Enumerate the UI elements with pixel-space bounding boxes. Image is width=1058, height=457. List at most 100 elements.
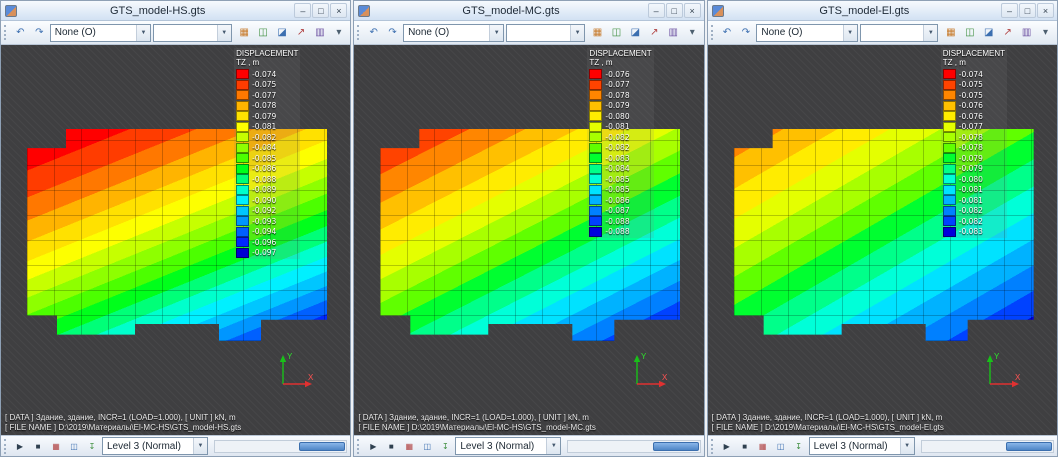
legend-color-swatch bbox=[236, 248, 249, 258]
axis-triad: Y X bbox=[626, 349, 672, 395]
minimize-button[interactable]: – bbox=[294, 3, 311, 18]
chevron-down-icon[interactable]: ▼ bbox=[217, 25, 231, 41]
contour-icon[interactable]: ▦ bbox=[589, 24, 606, 42]
vector-icon[interactable]: ↗ bbox=[999, 24, 1016, 42]
scrollbar-thumb[interactable] bbox=[299, 442, 345, 451]
chevron-down-icon[interactable]: ▼ bbox=[900, 438, 914, 454]
play-button[interactable]: ▶ bbox=[719, 438, 735, 454]
model-viewport[interactable]: DISPLACEMENT TZ , m -0.074-0.075-0.075-0… bbox=[708, 45, 1057, 435]
view-next-icon[interactable]: ↷ bbox=[31, 24, 48, 42]
legend-icon[interactable]: ▥ bbox=[1018, 24, 1035, 42]
toolbar-grip[interactable] bbox=[711, 439, 715, 454]
legend-entry: -0.085 bbox=[589, 185, 651, 196]
legend-value: -0.079 bbox=[602, 101, 629, 110]
iso-surface-icon[interactable]: ◫ bbox=[608, 24, 625, 42]
horizontal-scrollbar[interactable] bbox=[214, 440, 347, 453]
iso-surface-icon[interactable]: ◫ bbox=[255, 24, 272, 42]
level-dropdown[interactable]: Level 3 (Normal) ▼ bbox=[455, 437, 561, 455]
named-selection-dropdown[interactable]: ▼ bbox=[860, 24, 939, 42]
legend-icon[interactable]: ▥ bbox=[665, 24, 682, 42]
chevron-down-icon[interactable]: ▼ bbox=[546, 438, 560, 454]
contour-icon[interactable]: ▦ bbox=[236, 24, 253, 42]
named-selection-dropdown[interactable]: ▼ bbox=[506, 24, 585, 42]
close-button[interactable]: × bbox=[330, 3, 347, 18]
close-button[interactable]: × bbox=[684, 3, 701, 18]
iso-surface-icon[interactable]: ◫ bbox=[961, 24, 978, 42]
legend-entry: -0.088 bbox=[589, 216, 651, 227]
legend-value: -0.079 bbox=[956, 164, 983, 173]
chevron-down-icon[interactable]: ▼ bbox=[489, 25, 503, 41]
view-prev-icon[interactable]: ↶ bbox=[12, 24, 29, 42]
cutting-plane-icon[interactable]: ◪ bbox=[627, 24, 644, 42]
scrollbar-thumb[interactable] bbox=[1006, 442, 1052, 451]
view-prev-icon[interactable]: ↶ bbox=[365, 24, 382, 42]
contour-icon[interactable]: ▦ bbox=[942, 24, 959, 42]
selection-filter-dropdown[interactable]: None (O) ▼ bbox=[756, 24, 857, 42]
titlebar[interactable]: GTS_model-MC.gts – □ × bbox=[354, 1, 703, 21]
stop-button[interactable]: ■ bbox=[30, 438, 46, 454]
close-button[interactable]: × bbox=[1037, 3, 1054, 18]
record-table-icon[interactable]: ▦ bbox=[401, 438, 417, 454]
animation-toolbar: ▶ ■ ▦ ◫ ↧ Level 3 (Normal) ▼ bbox=[1, 435, 350, 456]
selection-filter-dropdown[interactable]: None (O) ▼ bbox=[50, 24, 151, 42]
legend-entry: -0.077 bbox=[943, 122, 1005, 133]
legend-entry: -0.076 bbox=[589, 69, 651, 80]
legend-component: TZ , m bbox=[236, 58, 298, 67]
export-icon[interactable]: ↧ bbox=[791, 438, 807, 454]
display-options-icon[interactable]: ▾ bbox=[684, 24, 701, 42]
view-prev-icon[interactable]: ↶ bbox=[719, 24, 736, 42]
chevron-down-icon[interactable]: ▼ bbox=[923, 25, 937, 41]
document-icon bbox=[712, 5, 724, 17]
view-next-icon[interactable]: ↷ bbox=[384, 24, 401, 42]
toolbar-grip[interactable] bbox=[4, 25, 8, 40]
level-dropdown[interactable]: Level 3 (Normal) ▼ bbox=[102, 437, 208, 455]
horizontal-scrollbar[interactable] bbox=[567, 440, 700, 453]
legend-color-swatch bbox=[943, 185, 956, 195]
chevron-down-icon[interactable]: ▼ bbox=[570, 25, 584, 41]
stop-button[interactable]: ■ bbox=[383, 438, 399, 454]
display-options-icon[interactable]: ▾ bbox=[330, 24, 347, 42]
record-table-icon[interactable]: ▦ bbox=[755, 438, 771, 454]
legend-icon[interactable]: ▥ bbox=[311, 24, 328, 42]
named-selection-dropdown[interactable]: ▼ bbox=[153, 24, 232, 42]
minimize-button[interactable]: – bbox=[1001, 3, 1018, 18]
stop-button[interactable]: ■ bbox=[737, 438, 753, 454]
level-dropdown[interactable]: Level 3 (Normal) ▼ bbox=[809, 437, 915, 455]
play-button[interactable]: ▶ bbox=[12, 438, 28, 454]
results-legend: DISPLACEMENT TZ , m -0.076-0.077-0.078-0… bbox=[587, 48, 653, 238]
view-next-icon[interactable]: ↷ bbox=[737, 24, 754, 42]
capture-icon[interactable]: ◫ bbox=[773, 438, 789, 454]
cutting-plane-icon[interactable]: ◪ bbox=[980, 24, 997, 42]
export-icon[interactable]: ↧ bbox=[437, 438, 453, 454]
cutting-plane-icon[interactable]: ◪ bbox=[274, 24, 291, 42]
scrollbar-thumb[interactable] bbox=[653, 442, 699, 451]
play-button[interactable]: ▶ bbox=[365, 438, 381, 454]
chevron-down-icon[interactable]: ▼ bbox=[136, 25, 150, 41]
horizontal-scrollbar[interactable] bbox=[921, 440, 1054, 453]
restore-button[interactable]: □ bbox=[1019, 3, 1036, 18]
display-options-icon[interactable]: ▾ bbox=[1037, 24, 1054, 42]
model-viewport[interactable]: DISPLACEMENT TZ , m -0.074-0.075-0.077-0… bbox=[1, 45, 350, 435]
record-table-icon[interactable]: ▦ bbox=[48, 438, 64, 454]
selection-filter-dropdown[interactable]: None (O) ▼ bbox=[403, 24, 504, 42]
restore-button[interactable]: □ bbox=[312, 3, 329, 18]
titlebar[interactable]: GTS_model-HS.gts – □ × bbox=[1, 1, 350, 21]
toolbar-grip[interactable] bbox=[4, 439, 8, 454]
model-viewport[interactable]: DISPLACEMENT TZ , m -0.076-0.077-0.078-0… bbox=[354, 45, 703, 435]
export-icon[interactable]: ↧ bbox=[84, 438, 100, 454]
legend-color-swatch bbox=[943, 153, 956, 163]
legend-color-swatch bbox=[943, 90, 956, 100]
chevron-down-icon[interactable]: ▼ bbox=[843, 25, 857, 41]
vector-icon[interactable]: ↗ bbox=[646, 24, 663, 42]
toolbar-grip[interactable] bbox=[711, 25, 715, 40]
capture-icon[interactable]: ◫ bbox=[419, 438, 435, 454]
titlebar[interactable]: GTS_model-El.gts – □ × bbox=[708, 1, 1057, 21]
chevron-down-icon[interactable]: ▼ bbox=[193, 438, 207, 454]
capture-icon[interactable]: ◫ bbox=[66, 438, 82, 454]
vector-icon[interactable]: ↗ bbox=[293, 24, 310, 42]
legend-color-swatch bbox=[236, 80, 249, 90]
minimize-button[interactable]: – bbox=[648, 3, 665, 18]
toolbar-grip[interactable] bbox=[357, 25, 361, 40]
restore-button[interactable]: □ bbox=[666, 3, 683, 18]
toolbar-grip[interactable] bbox=[357, 439, 361, 454]
